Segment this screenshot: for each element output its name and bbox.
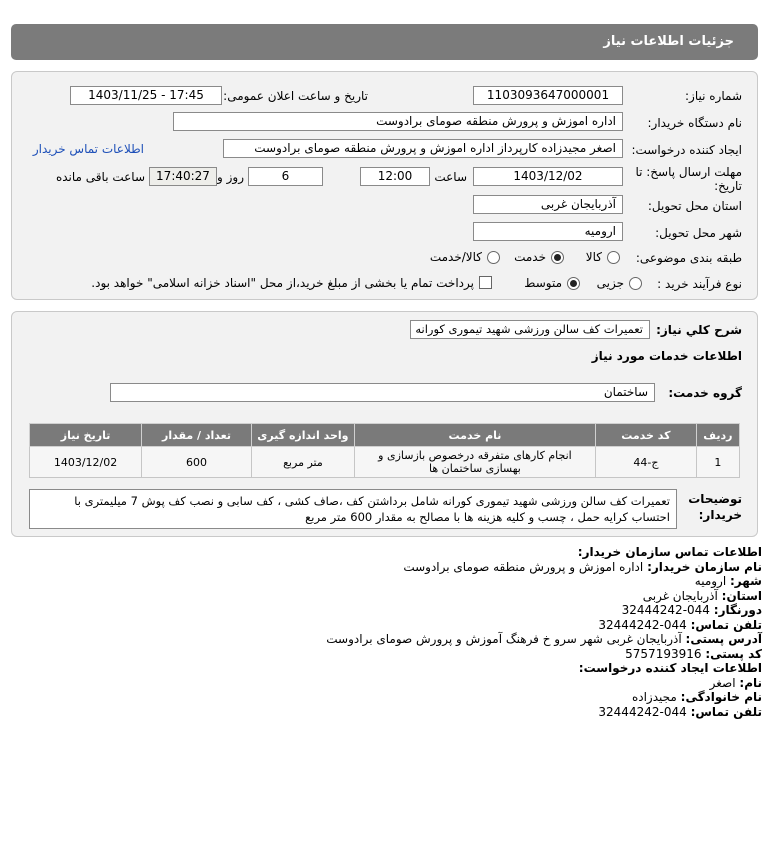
service-group-field: ساختمان (110, 383, 655, 402)
org-phone-line: تلفن تماس: 044-32444242 (8, 618, 762, 633)
org-city-label: شهر: (730, 574, 762, 588)
org-fax-line: دورنگار: 044-32444242 (8, 603, 762, 618)
days-field: 6 (248, 167, 323, 186)
city-field: ارومیه (473, 222, 623, 241)
col-service-name: نام خدمت (353, 423, 597, 447)
treasury-payment-note: پرداخت تمام یا بخشی از مبلغ خرید،از محل … (91, 276, 474, 290)
need-number-label: شماره نیاز: (685, 89, 742, 103)
row-number-cell: 1 (695, 446, 741, 478)
org-address-label: آدرس پستی: (685, 632, 762, 646)
need-date-cell: 1403/12/02 (28, 446, 143, 478)
org-name-label: نام سازمان خریدار: (647, 559, 762, 574)
org-province-line: استان: آذربایجان غربی (8, 589, 762, 604)
creator-last-name-label: نام خانوادگی: (680, 690, 762, 704)
org-fax: 044-32444242 (621, 603, 710, 617)
buyer-label: نام دستگاه خریدار: (647, 116, 743, 130)
col-row-number: ردیف (695, 423, 741, 447)
creator-field: اصغر مجیدزاده کارپرداز اداره اموزش و پرو… (223, 139, 623, 158)
quantity-cell: 600 (141, 446, 252, 478)
org-phone: 044-32444242 (598, 617, 687, 632)
org-address: آذربایجان غربی شهر سرو خ فرهنگ آموزش و پ… (326, 632, 682, 646)
services-table: ردیف کد خدمت نام خدمت واحد اندازه گیری ت… (28, 423, 741, 478)
process-medium-radio[interactable] (567, 277, 580, 290)
deadline-label-2: تاریخ: (714, 179, 742, 193)
creator-first-name-line: نام: اصغر (8, 676, 762, 691)
category-goods-label: کالا (585, 250, 602, 264)
org-province: آذربایجان غربی (642, 588, 718, 603)
creator-contact-heading: اطلاعات ایجاد کننده درخواست: (578, 661, 762, 675)
remaining-time-field: 17:40:27 (149, 167, 217, 186)
deadline-label: مهلت ارسال پاسخ: تا (635, 165, 742, 179)
city-label: شهر محل تحویل: (655, 226, 742, 240)
province-label: استان محل تحویل: (647, 199, 742, 213)
org-postal: 5757193916 (625, 646, 702, 661)
page-title-bar: جزئیات اطلاعات نیاز (11, 24, 758, 60)
creator-last-name: مجیدزاده (631, 690, 677, 704)
category-label: طبقه بندی موضوعی: (635, 251, 742, 265)
org-province-label: استان: (721, 588, 762, 603)
category-goods-radio[interactable] (607, 251, 620, 264)
org-address-line: آدرس پستی: آذربایجان غربی شهر سرو خ فرهن… (8, 632, 762, 647)
org-postal-line: کد پستی: 5757193916 (8, 647, 762, 662)
org-city-line: شهر: ارومیه (8, 574, 762, 589)
category-service-radio[interactable] (551, 251, 564, 264)
summary-field: تعمیرات کف سالن ورزشی شهید تیموری کورانه (410, 320, 650, 339)
org-fax-label: دورنگار: (713, 603, 762, 617)
process-medium-label: متوسط (524, 276, 562, 290)
process-label: نوع فرآیند خرید : (657, 277, 742, 291)
buyer-contact-link[interactable]: اطلاعات تماس خریدار (33, 142, 144, 156)
deadline-time-field: 12:00 (360, 167, 430, 186)
contact-info: اطلاعات تماس سازمان خریدار: نام سازمان خ… (8, 545, 762, 719)
summary-label: شرح کلي نياز: (656, 323, 742, 337)
org-contact-heading: اطلاعات تماس سازمان خریدار: (577, 545, 762, 559)
org-phone-label: تلفن تماس: (690, 617, 762, 632)
org-name: اداره اموزش و پرورش منطقه صومای برادوست (403, 559, 644, 574)
buyer-notes-field: تعمیرات کف سالن ورزشی شهید تیموری کورانه… (29, 489, 677, 529)
buyer-field: اداره اموزش و پرورش منطقه صومای برادوست (173, 112, 623, 131)
deadline-date-field: 1403/12/02 (473, 167, 623, 186)
process-minor-label: جزیی (596, 276, 624, 290)
services-table-header: ردیف کد خدمت نام خدمت واحد اندازه گیری ت… (28, 423, 741, 447)
announce-label: تاریخ و ساعت اعلان عمومی: (223, 89, 368, 103)
creator-first-name-label: نام: (739, 675, 762, 690)
buyer-notes-label-2: خریدار: (698, 508, 742, 522)
creator-phone-line: تلفن تماس: 044-32444242 (8, 705, 762, 720)
service-name-cell: انجام کارهای متفرقه درخصوص بازسازی و بهس… (353, 446, 597, 478)
creator-phone-label: تلفن تماس: (690, 704, 762, 719)
col-need-date: تاریخ نیاز (28, 423, 143, 447)
days-label: روز و (217, 170, 244, 184)
org-city: ارومیه (694, 574, 727, 588)
remaining-label: ساعت باقی مانده (55, 170, 145, 184)
province-field: آذربایجان غربی (473, 195, 623, 214)
service-code-cell: ج-44 (595, 446, 697, 478)
announce-field: 1403/11/25 - 17:45 (70, 86, 222, 105)
category-goods-service-label: کالا/خدمت (429, 250, 482, 264)
creator-phone: 044-32444242 (598, 704, 687, 719)
category-service-label: خدمت (514, 250, 546, 264)
service-group-label: گروه خدمت: (668, 386, 742, 400)
table-row: 1 ج-44 انجام کارهای متفرقه درخصوص بازساز… (28, 446, 741, 478)
col-quantity: تعداد / مقدار (141, 423, 252, 447)
col-service-code: کد خدمت (595, 423, 697, 447)
category-goods-service-radio[interactable] (487, 251, 500, 264)
services-heading: اطلاعات خدمات مورد نیاز (591, 349, 742, 363)
treasury-payment-checkbox[interactable] (479, 276, 492, 289)
org-postal-label: کد پستی: (705, 646, 762, 661)
creator-first-name: اصغر (709, 675, 736, 690)
page-title: جزئیات اطلاعات نیاز (603, 34, 734, 49)
unit-cell: متر مربع (250, 446, 355, 478)
need-number-field: 1103093647000001 (473, 86, 623, 105)
deadline-time-label: ساعت (434, 170, 467, 184)
creator-last-name-line: نام خانوادگی: مجیدزاده (8, 690, 762, 705)
org-name-line: نام سازمان خریدار: اداره اموزش و پرورش م… (8, 560, 762, 575)
creator-label: ایجاد کننده درخواست: (631, 143, 742, 157)
process-minor-radio[interactable] (629, 277, 642, 290)
buyer-notes-label: توضیحات (688, 492, 742, 506)
col-unit: واحد اندازه گیری (250, 423, 355, 447)
